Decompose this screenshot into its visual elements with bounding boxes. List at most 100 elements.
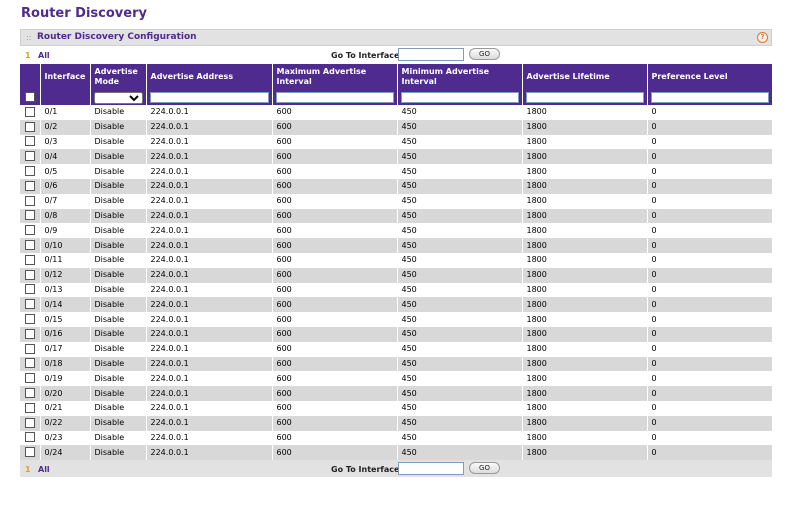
- row-checkbox[interactable]: [24, 314, 35, 325]
- min-interval-cell: 450: [397, 164, 523, 179]
- row-checkbox[interactable]: [24, 254, 35, 265]
- advertise-lifetime-cell: 1800: [522, 400, 648, 416]
- goto-interface-input[interactable]: [398, 462, 464, 476]
- interface-cell: 0/13: [40, 282, 91, 298]
- interface-cell: 0/16: [40, 326, 91, 342]
- advertise-address-cell: 224.0.0.1: [146, 430, 273, 446]
- panel-header: :: Router Discovery Configuration ?: [20, 29, 772, 46]
- go-button[interactable]: GO: [469, 462, 500, 475]
- table-row[interactable]: 0/16 Disable 224.0.0.1 600 450 1800 0: [20, 326, 773, 342]
- table-row[interactable]: 0/6 Disable 224.0.0.1 600 450 1800 0: [20, 178, 773, 194]
- advertise-mode-cell: Disable: [90, 415, 147, 431]
- table-row[interactable]: 0/18 Disable 224.0.0.1 600 450 1800 0: [20, 356, 773, 372]
- preference-level-input[interactable]: [650, 92, 769, 103]
- table-row[interactable]: 0/8 Disable 224.0.0.1 600 450 1800 0: [20, 208, 773, 224]
- all-link[interactable]: All: [38, 51, 50, 60]
- row-checkbox[interactable]: [24, 358, 35, 369]
- interface-column-header[interactable]: Interface: [40, 64, 91, 90]
- select-all-checkbox[interactable]: [24, 92, 35, 102]
- row-checkbox[interactable]: [24, 151, 35, 162]
- table-row[interactable]: 0/3 Disable 224.0.0.1 600 450 1800 0: [20, 134, 773, 150]
- table-row[interactable]: 0/2 Disable 224.0.0.1 600 450 1800 0: [20, 119, 773, 135]
- table-row[interactable]: 0/14 Disable 224.0.0.1 600 450 1800 0: [20, 297, 773, 313]
- table-row[interactable]: 0/23 Disable 224.0.0.1 600 450 1800 0: [20, 430, 773, 446]
- advertise-address-cell: 224.0.0.1: [146, 178, 273, 194]
- preference-level-cell: 0: [647, 445, 773, 461]
- row-select-cell: [20, 356, 41, 372]
- table-row[interactable]: 0/21 Disable 224.0.0.1 600 450 1800 0: [20, 400, 773, 416]
- table-row[interactable]: 0/10 Disable 224.0.0.1 600 450 1800 0: [20, 238, 773, 253]
- row-checkbox[interactable]: [24, 240, 35, 251]
- max-interval-cell: 600: [272, 252, 398, 268]
- row-checkbox[interactable]: [24, 195, 35, 206]
- max-interval-column-header[interactable]: Maximum Advertise Interval: [272, 64, 398, 90]
- goto-interface-input[interactable]: [398, 48, 464, 61]
- row-checkbox[interactable]: [24, 166, 35, 177]
- table-row[interactable]: 0/12 Disable 224.0.0.1 600 450 1800 0: [20, 267, 773, 283]
- table-row[interactable]: 0/1 Disable 224.0.0.1 600 450 1800 0: [20, 105, 773, 120]
- row-checkbox[interactable]: [24, 373, 35, 384]
- row-checkbox[interactable]: [24, 106, 35, 117]
- min-interval-cell: 450: [397, 252, 523, 268]
- advertise-lifetime-cell: 1800: [522, 356, 648, 372]
- table-row[interactable]: 0/4 Disable 224.0.0.1 600 450 1800 0: [20, 149, 773, 165]
- table-row[interactable]: 0/11 Disable 224.0.0.1 600 450 1800 0: [20, 252, 773, 268]
- row-checkbox[interactable]: [24, 328, 35, 339]
- advertise-mode-cell: Disable: [90, 238, 147, 253]
- advertise-lifetime-input[interactable]: [525, 92, 644, 103]
- row-checkbox[interactable]: [24, 121, 35, 132]
- table-row[interactable]: 0/13 Disable 224.0.0.1 600 450 1800 0: [20, 282, 773, 298]
- row-checkbox[interactable]: [24, 269, 35, 280]
- row-checkbox[interactable]: [24, 388, 35, 399]
- max-interval-cell: 600: [272, 119, 398, 135]
- table-row[interactable]: 0/22 Disable 224.0.0.1 600 450 1800 0: [20, 415, 773, 431]
- advertise-mode-cell: Disable: [90, 208, 147, 224]
- help-icon[interactable]: ?: [757, 32, 768, 43]
- advertise-address-input[interactable]: [149, 92, 269, 103]
- row-checkbox[interactable]: [24, 136, 35, 147]
- table-row[interactable]: 0/19 Disable 224.0.0.1 600 450 1800 0: [20, 371, 773, 387]
- row-checkbox[interactable]: [24, 447, 35, 458]
- page-number-link[interactable]: 1: [25, 465, 31, 474]
- row-checkbox[interactable]: [24, 402, 35, 413]
- interface-cell: 0/24: [40, 445, 91, 461]
- advertise-address-column-header[interactable]: Advertise Address: [146, 64, 273, 90]
- table-row[interactable]: 0/17 Disable 224.0.0.1 600 450 1800 0: [20, 341, 773, 357]
- min-interval-input[interactable]: [400, 92, 519, 103]
- min-interval-column-header[interactable]: Minimum Advertise Interval: [397, 64, 523, 90]
- advertise-lifetime-column-header[interactable]: Advertise Lifetime: [522, 64, 648, 90]
- row-checkbox[interactable]: [24, 299, 35, 310]
- row-checkbox[interactable]: [24, 343, 35, 354]
- page-number-link[interactable]: 1: [25, 51, 31, 60]
- row-checkbox[interactable]: [24, 417, 35, 428]
- advertise-lifetime-cell: 1800: [522, 119, 648, 135]
- table-row[interactable]: 0/24 Disable 224.0.0.1 600 450 1800 0: [20, 445, 773, 461]
- collapse-icon[interactable]: ::: [26, 30, 31, 45]
- go-button[interactable]: GO: [469, 48, 500, 60]
- row-checkbox[interactable]: [24, 225, 35, 236]
- table-row[interactable]: 0/7 Disable 224.0.0.1 600 450 1800 0: [20, 193, 773, 209]
- table-row[interactable]: 0/20 Disable 224.0.0.1 600 450 1800 0: [20, 386, 773, 401]
- advertise-address-cell: 224.0.0.1: [146, 415, 273, 431]
- row-checkbox[interactable]: [24, 180, 35, 191]
- router-discovery-table: Interface Advertise Mode Advertise Addre…: [20, 64, 773, 461]
- table-row[interactable]: 0/15 Disable 224.0.0.1 600 450 1800 0: [20, 312, 773, 327]
- table-row[interactable]: 0/5 Disable 224.0.0.1 600 450 1800 0: [20, 164, 773, 179]
- min-interval-cell: 450: [397, 193, 523, 209]
- advertise-address-cell: 224.0.0.1: [146, 208, 273, 224]
- row-select-cell: [20, 371, 41, 387]
- row-checkbox[interactable]: [24, 210, 35, 221]
- preference-level-column-header[interactable]: Preference Level: [647, 64, 773, 90]
- max-interval-input[interactable]: [275, 92, 394, 103]
- goto-interface-label: Go To Interface: [331, 51, 400, 60]
- row-checkbox[interactable]: [24, 284, 35, 295]
- advertise-mode-select[interactable]: [93, 91, 143, 104]
- table-row[interactable]: 0/9 Disable 224.0.0.1 600 450 1800 0: [20, 223, 773, 239]
- max-interval-cell: 600: [272, 297, 398, 313]
- panel-title: Router Discovery Configuration: [37, 32, 197, 42]
- row-checkbox[interactable]: [24, 432, 35, 443]
- advertise-mode-column-header[interactable]: Advertise Mode: [90, 64, 147, 90]
- all-link[interactable]: All: [38, 465, 50, 474]
- advertise-address-cell: 224.0.0.1: [146, 326, 273, 342]
- row-select-cell: [20, 312, 41, 327]
